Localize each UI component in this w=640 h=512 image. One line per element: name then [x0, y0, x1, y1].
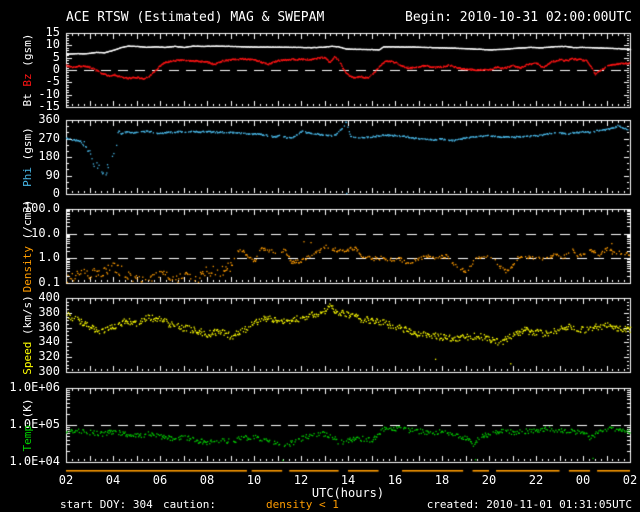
y-tick-label: 1.0E+06: [9, 380, 60, 394]
x-tick-label: 16: [387, 473, 403, 487]
x-tick-label: 08: [199, 473, 215, 487]
x-tick-label: 22: [528, 473, 544, 487]
chart-title: ACE RTSW (Estimated) MAG & SWEPAM: [66, 10, 325, 25]
y-axis-title: Bt Bz (gsm): [20, 33, 34, 107]
y-axis-title: Density (/cm3): [20, 199, 34, 293]
caution-value: density < 1: [266, 498, 339, 511]
x-tick-label: 20: [481, 473, 497, 487]
y-axis-title: Temp (K): [20, 398, 34, 452]
y-axis-title: Speed (km/s): [20, 295, 34, 375]
y-tick-label: 360: [38, 112, 60, 126]
x-tick-label: 18: [434, 473, 450, 487]
start-doy-label: start DOY: 304: [60, 498, 153, 511]
y-tick-label: 1.0E+04: [9, 454, 60, 468]
x-tick-label: 10: [246, 473, 262, 487]
created-timestamp: created: 2010-11-01 01:31:05UTC: [426, 498, 632, 511]
x-tick-label: 00: [575, 473, 591, 487]
caution-label: caution:: [163, 498, 216, 511]
x-tick-label: 02: [58, 473, 74, 487]
x-tick-label: 04: [105, 473, 121, 487]
begin-timestamp: Begin: 2010-10-31 02:00:00UTC: [405, 10, 632, 25]
ace-rtsw-plot: ACE RTSW (Estimated) MAG & SWEPAM Begin:…: [0, 0, 640, 512]
y-axis-title: Phi (gsm): [20, 127, 34, 187]
x-tick-label: 02: [622, 473, 638, 487]
x-tick-label: 06: [152, 473, 168, 487]
chart-canvas: [0, 0, 640, 512]
y-tick-label: 0: [52, 186, 60, 200]
